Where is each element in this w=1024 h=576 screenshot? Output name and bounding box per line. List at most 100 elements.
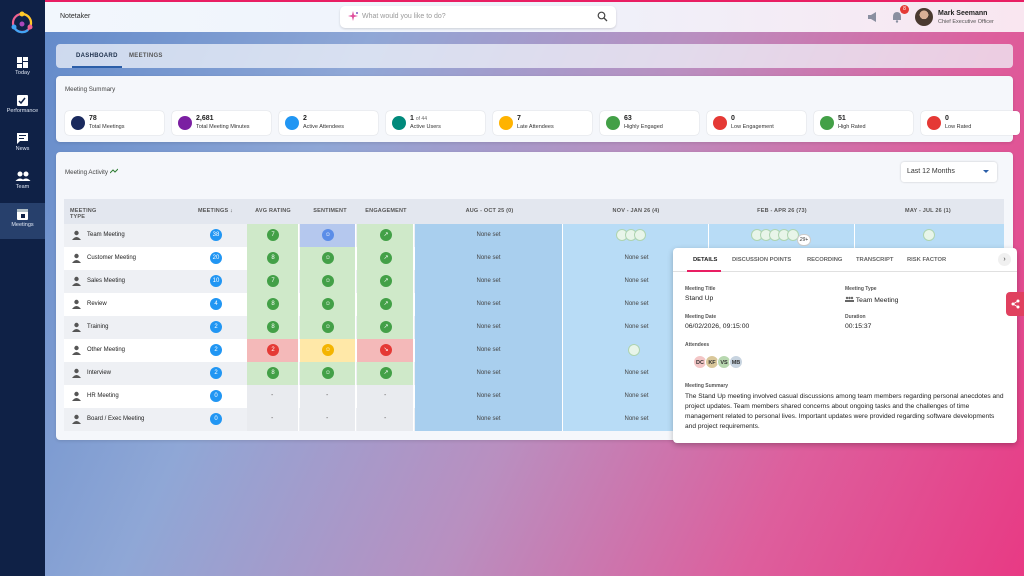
stat-label: Late Attendees [517, 124, 554, 130]
sentiment-face-icon: ☺ [322, 321, 334, 333]
team-meeting-icon [72, 230, 81, 240]
trend-up-icon: ↗ [380, 367, 392, 379]
sidebar-item-today[interactable]: Today [0, 51, 45, 87]
tab-meetings[interactable]: MEETINGS [129, 53, 163, 59]
stat-card[interactable]: 2 Active Attendees [279, 111, 378, 135]
training-icon [72, 322, 81, 332]
column-header[interactable]: MEETINGS [198, 208, 228, 214]
main-tabs: DASHBOARD MEETINGS [56, 44, 1013, 68]
rating-badge: 8 [267, 298, 279, 310]
tab-dashboard[interactable]: DASHBOARD [76, 53, 118, 59]
review-icon [72, 299, 81, 309]
meeting-count-badge: 4 [210, 298, 222, 310]
tab-indicator [72, 66, 122, 68]
tab-discussion-points[interactable]: DISCUSSION POINTS [732, 257, 791, 263]
meeting-type-value: Team Meeting [845, 296, 898, 304]
meeting-avatars[interactable] [628, 344, 640, 357]
meeting-type-name: Review [87, 301, 107, 307]
column-header: FEB - APR 26 (73) [757, 208, 807, 214]
meeting-count-badge: 10 [210, 275, 222, 287]
sentiment-face-icon: ☺ [322, 252, 334, 264]
tab-transcript[interactable]: TRANSCRIPT [856, 257, 893, 263]
chevron-right-icon[interactable]: › [998, 253, 1011, 266]
meeting-type-name: Team Meeting [87, 232, 125, 238]
meeting-date-label: Meeting Date [685, 314, 717, 320]
board-icon [72, 414, 81, 424]
megaphone-icon[interactable] [867, 11, 879, 23]
trend-up-icon: ↗ [380, 229, 392, 241]
meeting-avatars[interactable] [923, 229, 935, 242]
stat-label: Highly Engaged [624, 124, 663, 130]
tab-details[interactable]: DETAILS [693, 257, 717, 263]
alarm-icon [499, 116, 513, 130]
rating-empty: - [271, 392, 274, 399]
user-name[interactable]: Mark Seemann [938, 10, 987, 17]
meeting-title-label: Meeting Title [685, 286, 716, 292]
stat-value: 7 [517, 115, 521, 122]
trend-up-icon: ↗ [380, 275, 392, 287]
sidebar-item-news[interactable]: News [0, 127, 45, 163]
engagement-empty: - [384, 415, 387, 422]
meeting-type-name: Board / Exec Meeting [87, 416, 145, 422]
performance-icon [17, 95, 28, 106]
stat-label: High Rated [838, 124, 866, 130]
stat-card[interactable]: 0 Low Rated [921, 111, 1020, 135]
stat-card[interactable]: 78 Total Meetings [65, 111, 164, 135]
none-set-label: None set [476, 370, 501, 376]
sidebar-item-meetings[interactable]: Meetings [0, 203, 45, 239]
search-icon[interactable] [597, 11, 608, 22]
tab-risk-factor[interactable]: RISK FACTOR [907, 257, 946, 263]
trend-up-icon: ↗ [380, 321, 392, 333]
attendee-avatar[interactable]: MB [729, 355, 743, 369]
meeting-avatars[interactable] [616, 229, 646, 242]
rating-badge: 8 [267, 367, 279, 379]
tab-recording[interactable]: RECORDING [807, 257, 842, 263]
meeting-date-value: 06/02/2026, 09:15:00 [685, 323, 750, 330]
app-logo-icon[interactable] [9, 10, 35, 36]
meetings-icon [17, 209, 28, 220]
share-side-button[interactable] [1006, 292, 1024, 316]
sidebar-item-label: Today [15, 70, 30, 76]
stat-value: 2 [303, 115, 307, 122]
stat-card[interactable]: 2,681 Total Meeting Minutes [172, 111, 271, 135]
meeting-avatars[interactable]: 29+ [751, 229, 811, 246]
none-set-label: None set [476, 255, 501, 261]
stat-card[interactable]: 1 of 44 Active Users [386, 111, 485, 135]
meeting-type-name: Interview [87, 370, 112, 376]
stat-card[interactable]: 63 Highly Engaged [600, 111, 699, 135]
meeting-type-name: Training [87, 324, 109, 330]
team-meeting-icon [845, 296, 854, 302]
stat-value: 1 of 44 [410, 115, 427, 122]
sidebar: Today Performance News Team Meetings [0, 0, 45, 576]
calendar-icon [71, 116, 85, 130]
column-header: SENTIMENT [313, 208, 347, 214]
meeting-type-label: Meeting Type [845, 286, 877, 292]
sort-arrow-icon[interactable]: ↓ [230, 208, 233, 214]
rating-badge: 7 [267, 229, 279, 241]
stat-value: 78 [89, 115, 97, 122]
table-row[interactable]: Team Meeting 38 7 ☺ ↗ None set 29+ [64, 224, 1004, 247]
none-set-label: None set [476, 416, 501, 422]
search-input[interactable]: What would you like to do? [340, 6, 616, 28]
sidebar-item-performance[interactable]: Performance [0, 89, 45, 125]
rating-badge: 8 [267, 321, 279, 333]
interview-icon [72, 368, 81, 378]
stat-label: Low Engagement [731, 124, 774, 130]
more-attendees[interactable]: 29+ [797, 234, 811, 246]
meeting-count-badge: 2 [210, 367, 222, 379]
stat-value: 2,681 [196, 115, 214, 122]
stat-card[interactable]: 7 Late Attendees [493, 111, 592, 135]
sidebar-item-team[interactable]: Team [0, 165, 45, 201]
user-avatar[interactable] [915, 8, 933, 26]
rating-badge: 8 [267, 252, 279, 264]
stat-card[interactable]: 51 High Rated [814, 111, 913, 135]
sidebar-item-label: Team [15, 184, 30, 190]
meeting-type-name: HR Meeting [87, 393, 119, 399]
rating-empty: - [271, 415, 274, 422]
chevron-down-icon [983, 170, 989, 173]
meeting-count-badge: 0 [210, 390, 222, 402]
meeting-summary-text: The Stand Up meeting involved casual dis… [685, 393, 1004, 430]
details-tab-indicator [687, 270, 721, 272]
stat-card[interactable]: 0 Low Engagement [707, 111, 806, 135]
period-select[interactable]: Last 12 Months [901, 162, 997, 182]
